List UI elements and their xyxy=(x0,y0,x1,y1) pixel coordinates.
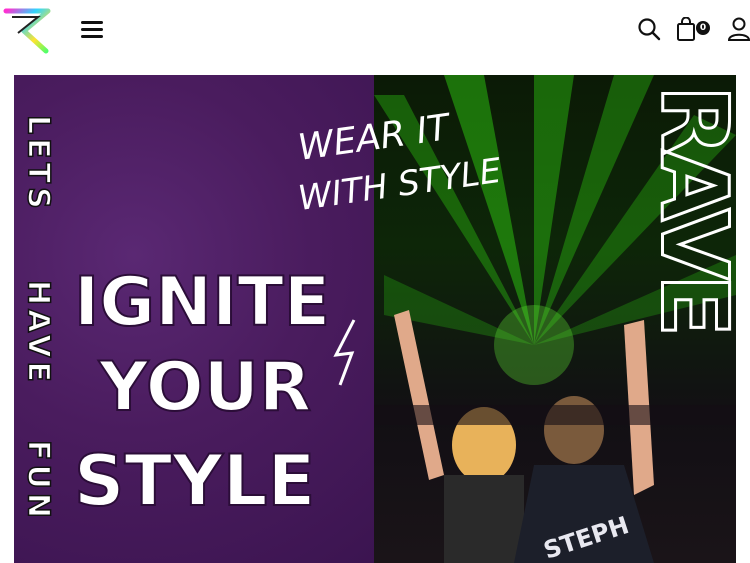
side-text-have: HAVE xyxy=(21,280,56,386)
headline-line-3: STYLE xyxy=(74,440,315,522)
cart-button[interactable]: 0 xyxy=(676,15,712,43)
menu-icon[interactable] xyxy=(79,17,105,43)
side-text: LETS HAVE FUN xyxy=(20,114,57,522)
banner-artwork: STEPH LETS HAVE FUN IGNITE YOUR STYLE WE… xyxy=(20,75,737,563)
headline-line-2: YOUR xyxy=(98,348,311,427)
side-text-fun: FUN xyxy=(21,440,56,522)
vertical-rave-text: RAVE xyxy=(641,85,737,331)
headline: IGNITE YOUR STYLE xyxy=(73,262,331,523)
cart-count-badge: 0 xyxy=(696,21,710,35)
lightning-mark xyxy=(333,319,356,386)
shopping-bag-icon xyxy=(677,17,695,41)
site-header: 0 xyxy=(0,0,750,58)
headline-line-1: IGNITE xyxy=(74,263,330,342)
search-icon[interactable] xyxy=(637,17,661,41)
hero-banner[interactable]: STEPH LETS HAVE FUN IGNITE YOUR STYLE WE… xyxy=(14,75,736,563)
user-icon[interactable] xyxy=(727,16,750,42)
logo-icon[interactable] xyxy=(2,5,56,55)
side-text-lets: LETS xyxy=(21,115,56,213)
